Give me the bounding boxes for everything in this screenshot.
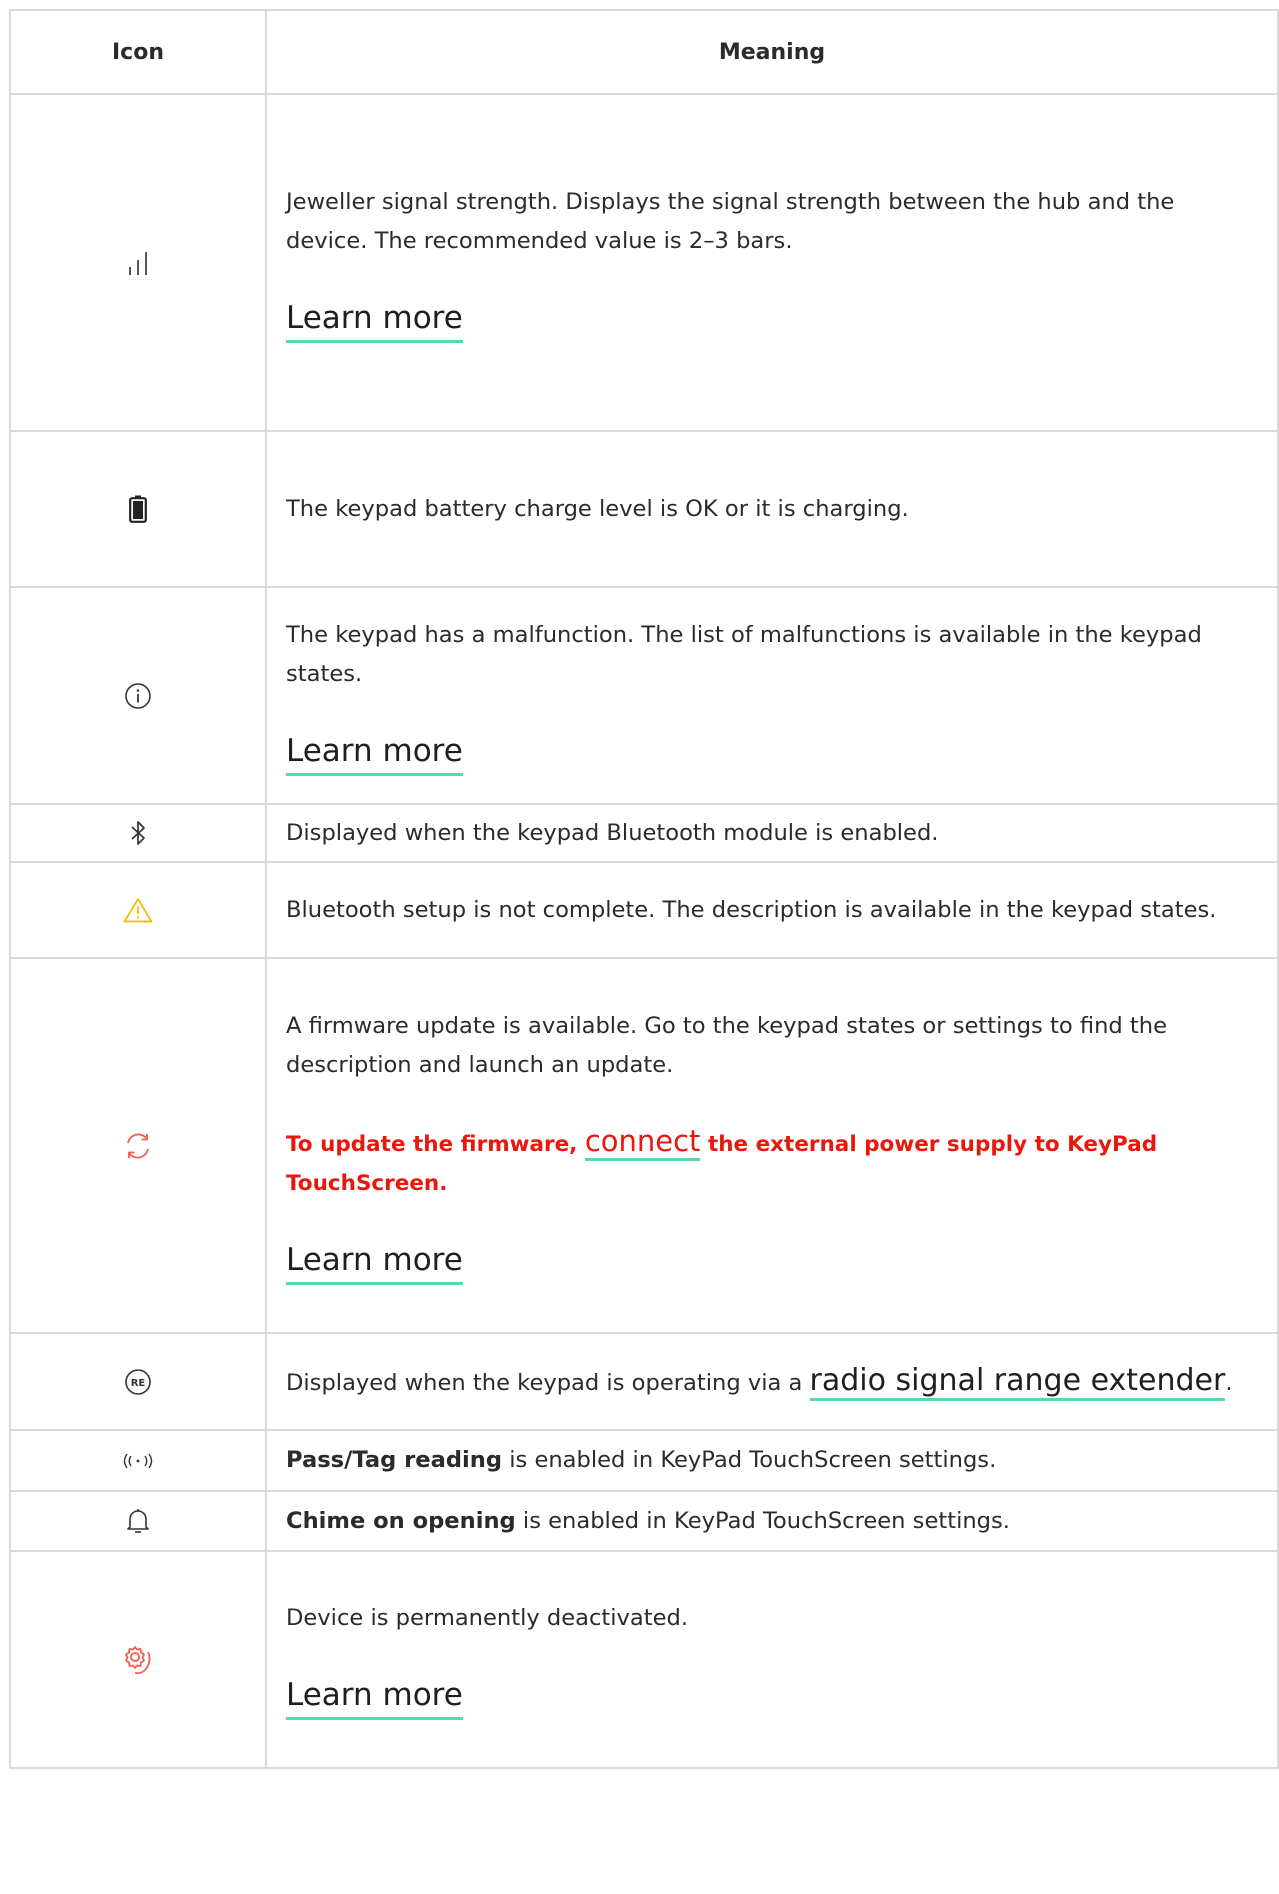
icons-table: Icon Meaning Jeweller signal strength. D… xyxy=(9,9,1279,1769)
row-description: Jeweller signal strength. Displays the s… xyxy=(286,188,1175,254)
table-row: A firmware update is available. Go to th… xyxy=(9,957,1279,1334)
table-row: Displayed when the keypad Bluetooth modu… xyxy=(9,803,1279,863)
row-description: is enabled in KeyPad TouchScreen setting… xyxy=(502,1447,997,1473)
firmware-update-icon xyxy=(127,1133,149,1158)
table-row: RE Displayed when the keypad is operatin… xyxy=(9,1332,1279,1431)
row-description: Displayed when the keypad Bluetooth modu… xyxy=(286,819,939,846)
learn-more-link[interactable]: Learn more xyxy=(286,1675,463,1720)
permanently-deactivated-icon xyxy=(125,1645,151,1674)
row-description: The keypad has a malfunction. The list o… xyxy=(286,621,1202,687)
table-row: The keypad battery charge level is OK or… xyxy=(9,430,1279,588)
table-row: Pass/Tag reading is enabled in KeyPad To… xyxy=(9,1429,1279,1492)
range-extender-icon: RE xyxy=(125,1368,151,1395)
table-row: Chime on opening is enabled in KeyPad To… xyxy=(9,1490,1279,1552)
bluetooth-icon xyxy=(131,821,145,845)
learn-more-link[interactable]: Learn more xyxy=(286,1240,463,1285)
info-icon xyxy=(125,682,151,709)
table-row: Jeweller signal strength. Displays the s… xyxy=(9,93,1279,432)
column-header-icon: Icon xyxy=(9,9,267,95)
svg-text:RE: RE xyxy=(131,1378,146,1389)
table-row: The keypad has a malfunction. The list o… xyxy=(9,586,1279,805)
learn-more-link[interactable]: Learn more xyxy=(286,298,463,343)
column-header-meaning: Meaning xyxy=(265,9,1279,95)
table-row: Bluetooth setup is not complete. The des… xyxy=(9,861,1279,959)
row-description: Bluetooth setup is not complete. The des… xyxy=(286,896,1217,923)
connect-link[interactable]: connect xyxy=(584,1123,701,1161)
warning-icon xyxy=(123,898,153,923)
row-description: Displayed when the keypad is operating v… xyxy=(286,1369,803,1396)
row-description: A firmware update is available. Go to th… xyxy=(286,1012,1168,1078)
table-row: Device is permanently deactivated. Learn… xyxy=(9,1550,1279,1769)
firmware-warning: To update the firmware, connect the exte… xyxy=(286,1123,1158,1196)
chime-bell-icon xyxy=(127,1509,149,1533)
pass-tag-reading-icon xyxy=(123,1453,153,1469)
row-description: Device is permanently deactivated. xyxy=(286,1605,689,1631)
learn-more-link[interactable]: Learn more xyxy=(286,731,463,776)
signal-strength-icon xyxy=(129,251,147,275)
table-header-row: Icon Meaning xyxy=(9,9,1279,95)
row-description: The keypad battery charge level is OK or… xyxy=(286,495,909,522)
setting-name: Pass/Tag reading xyxy=(286,1447,503,1473)
setting-name: Chime on opening xyxy=(286,1507,516,1534)
battery-icon xyxy=(129,495,147,523)
row-description: is enabled in KeyPad TouchScreen setting… xyxy=(515,1507,1010,1534)
range-extender-link[interactable]: radio signal range extender xyxy=(809,1362,1226,1401)
